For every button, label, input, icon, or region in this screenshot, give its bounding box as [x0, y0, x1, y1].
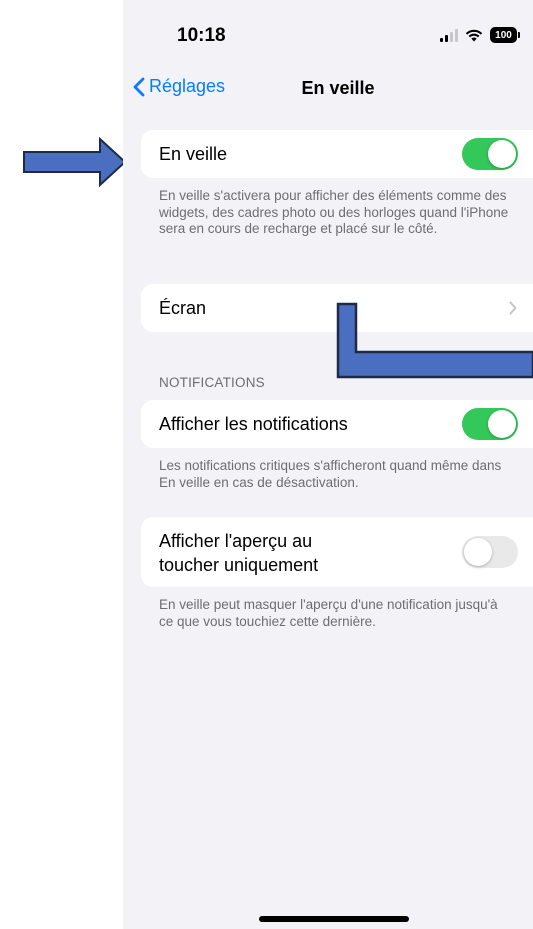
show-notifications-toggle[interactable] [462, 408, 518, 440]
wifi-icon [465, 29, 483, 42]
show-notifications-label: Afficher les notifications [159, 414, 348, 434]
standby-footer: En veille s'activera pour afficher des é… [159, 188, 509, 236]
preview-label-line1: Afficher l'aperçu au [159, 531, 313, 551]
cellular-signal-icon [440, 28, 458, 42]
annotation-bracket [336, 302, 533, 379]
page-title: En veille [301, 78, 375, 98]
toggle-knob [488, 140, 516, 168]
navigation-bar: Réglages En veille [123, 70, 533, 110]
home-indicator [259, 916, 409, 922]
toggle-knob [464, 538, 492, 566]
preview-label-line2: toucher uniquement [159, 555, 319, 575]
standby-toggle[interactable] [462, 138, 518, 170]
status-icons: 100 [440, 27, 520, 43]
toggle-knob [488, 410, 516, 438]
status-time: 10:18 [177, 25, 226, 46]
standby-row: En veille [141, 130, 533, 178]
show-notifications-row: Afficher les notifications [141, 400, 533, 448]
annotation-arrow [23, 136, 127, 188]
preview-on-tap-row: Afficher l'aperçu au toucher uniquement [141, 517, 533, 587]
phone-screen: 10:18 100 Réglages En veille En veille E… [123, 0, 533, 929]
show-notifications-footer: Les notifications critiques s'afficheron… [159, 458, 502, 490]
battery-icon: 100 [490, 27, 520, 43]
preview-footer: En veille peut masquer l'aperçu d'une no… [159, 597, 498, 629]
display-label: Écran [159, 298, 207, 318]
preview-on-tap-toggle[interactable] [462, 536, 518, 568]
status-bar: 10:18 100 [123, 0, 533, 70]
standby-label: En veille [159, 144, 228, 164]
notifications-section-header: NOTIFICATIONS [159, 375, 265, 390]
